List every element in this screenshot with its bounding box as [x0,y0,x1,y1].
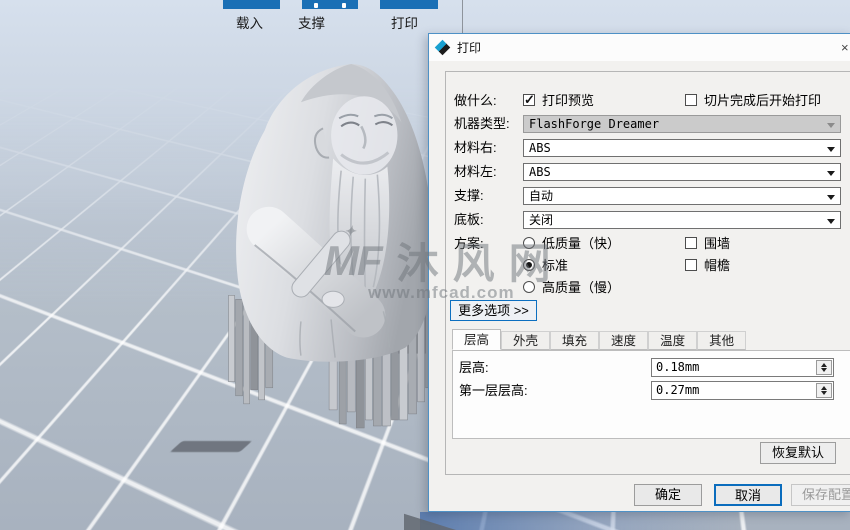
floor-shading [420,512,740,530]
first-layer-height-label: 第一层层高: [459,383,528,398]
layer-height-input[interactable]: 0.18mm [651,358,834,377]
stepper-down-icon[interactable] [817,367,831,375]
toolbar-print-button[interactable]: 打印 [391,12,418,32]
machine-type-dropdown: FlashForge Dreamer [523,115,841,133]
chevron-down-icon [827,147,835,152]
scheme-row-low: 方案: 低质量（快） 围墙 [446,235,850,253]
chevron-down-icon [827,195,835,200]
start-after-slice-label: 切片完成后开始打印 [704,93,822,108]
raft-row: 底板: 关闭 [446,211,850,229]
material-right-dropdown[interactable]: ABS [523,139,841,157]
machine-type-label: 机器类型: [454,116,510,131]
print-icon[interactable] [380,0,438,9]
dialog-title: 打印 [457,41,482,55]
first-layer-stepper[interactable] [816,383,832,398]
quality-low-label: 低质量（快） [542,236,621,251]
layer-height-panel: 层高: 0.18mm 第一层层高: 0.27mm [452,350,850,439]
ok-button[interactable]: 确定 [634,484,702,506]
machine-row: 机器类型: FlashForge Dreamer [446,115,850,133]
chevron-down-icon [827,219,835,224]
chevron-down-icon [827,171,835,176]
toolbar-support-button[interactable]: 支撑 [298,12,325,32]
chevron-down-icon [827,123,835,128]
support-label: 支撑: [454,188,484,203]
wall-label: 围墙 [704,236,731,251]
load-icon[interactable] [223,0,280,9]
tab-layer-height[interactable]: 层高 [452,329,502,350]
what-row: 做什么: 打印预览 切片完成后开始打印 [446,92,850,110]
scheme-row-high: 高质量（慢） [446,279,850,297]
model-shadow [169,441,253,452]
more-options-button[interactable]: 更多选项 >> [450,300,537,321]
support-dropdown[interactable]: 自动 [523,187,841,205]
brim-label: 帽檐 [704,258,731,273]
raft-value: 关闭 [529,213,554,227]
quality-standard-radio[interactable] [523,259,535,271]
preview-label: 打印预览 [542,93,595,108]
scheme-row-standard: 标准 帽檐 [446,257,850,275]
material-left-dropdown[interactable]: ABS [523,163,841,181]
material-left-row: 材料左: ABS [446,163,850,181]
first-layer-height-value: 0.27mm [656,383,700,397]
first-layer-height-input[interactable]: 0.27mm [651,381,834,400]
build-volume-edge [462,0,463,34]
close-icon[interactable]: × [841,40,850,55]
material-right-value: ABS [529,141,551,155]
flashprint-app-icon [434,39,451,56]
stepper-down-icon[interactable] [817,390,831,398]
wall-checkbox[interactable] [685,237,697,249]
raft-label: 底板: [454,212,484,227]
settings-tabs: 层高 外壳 填充 速度 温度 其他 [452,329,747,350]
layer-height-stepper[interactable] [816,360,832,375]
print-options-group: 做什么: 打印预览 切片完成后开始打印 机器类型: FlashForge Dre… [445,71,850,475]
material-left-value: ABS [529,165,551,179]
material-right-row: 材料右: ABS [446,139,850,157]
layer-height-value: 0.18mm [656,360,700,374]
layer-height-label: 层高: [459,360,489,375]
toolbar-load-button[interactable]: 载入 [236,12,263,32]
quality-high-label: 高质量（慢） [542,280,621,295]
brim-checkbox[interactable] [685,259,697,271]
dialog-titlebar[interactable]: 打印 × [429,34,850,61]
start-after-slice-checkbox[interactable] [685,94,697,106]
raft-dropdown[interactable]: 关闭 [523,211,841,229]
supports-icon[interactable] [302,0,358,9]
scheme-label: 方案: [454,236,484,251]
quality-standard-label: 标准 [542,258,569,273]
support-row: 支撑: 自动 [446,187,850,205]
machine-type-value: FlashForge Dreamer [529,117,660,131]
what-label: 做什么: [454,93,497,108]
tab-speed[interactable]: 速度 [599,331,649,350]
cancel-button[interactable]: 取消 [714,484,782,506]
material-left-label: 材料左: [454,164,497,179]
restore-defaults-button[interactable]: 恢复默认 [760,442,836,464]
quality-high-radio[interactable] [523,281,535,293]
print-dialog: 打印 × 做什么: 打印预览 切片完成后开始打印 机器类型: FlashForg… [428,33,850,512]
tab-infill[interactable]: 填充 [550,331,600,350]
tab-temperature[interactable]: 温度 [648,331,698,350]
tab-shell[interactable]: 外壳 [501,331,551,350]
material-right-label: 材料右: [454,140,497,155]
preview-checkbox[interactable] [523,92,535,108]
model-statue[interactable] [182,58,444,430]
save-config-button: 保存配置 [791,484,850,506]
tab-others[interactable]: 其他 [697,331,747,350]
support-value: 自动 [529,189,554,203]
quality-low-radio[interactable] [523,237,535,249]
